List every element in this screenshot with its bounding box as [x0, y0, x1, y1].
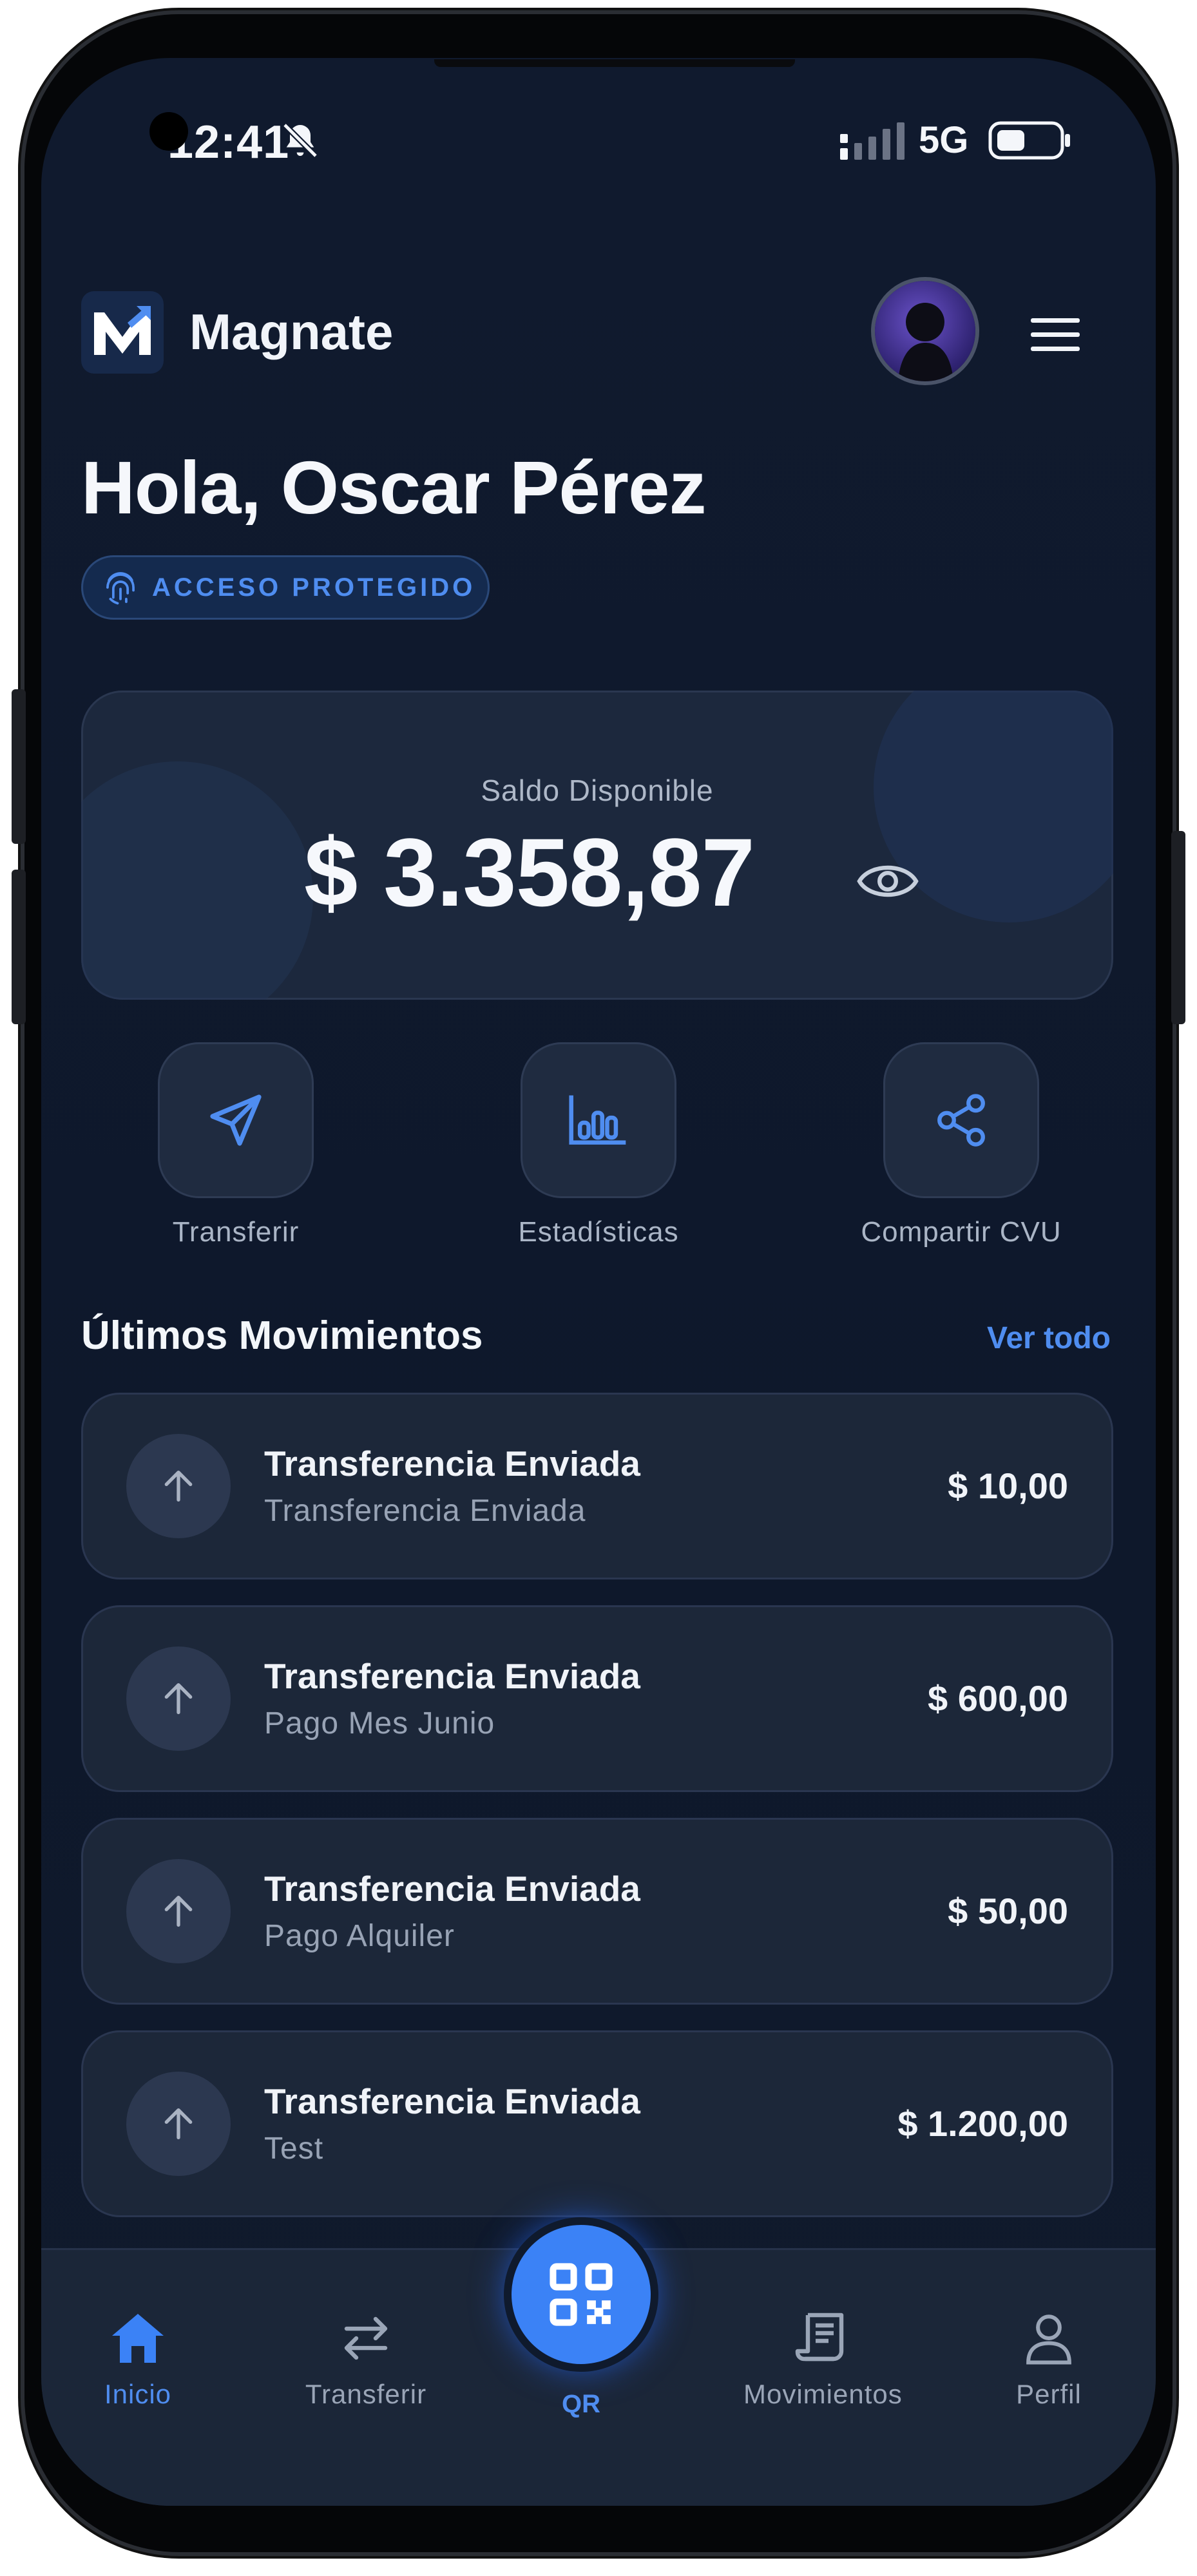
send-icon [210, 1094, 262, 1146]
speaker-notch [434, 59, 795, 67]
avatar[interactable] [875, 281, 975, 381]
see-all-link[interactable]: Ver todo [987, 1321, 1111, 1356]
arrow-up-icon [126, 1859, 231, 1963]
balance-amount: $ 3.358,87 [304, 818, 755, 926]
nav-label: Transferir [305, 2379, 427, 2409]
balance-label: Saldo Disponible [481, 774, 714, 807]
movement-amount: $ 50,00 [948, 1891, 1068, 1931]
swap-icon [344, 2316, 388, 2360]
quick-action-label: Estadísticas [518, 1216, 679, 1248]
nav-label: QR [562, 2390, 600, 2418]
stats-button[interactable] [521, 1042, 676, 1198]
share-cvu-button[interactable] [883, 1042, 1039, 1198]
profile-silhouette-icon [898, 303, 953, 381]
security-badge-label: ACCESO PROTEGIDO [152, 573, 476, 602]
network-label: 5G [919, 119, 969, 161]
movement-amount: $ 10,00 [948, 1465, 1068, 1506]
eye-icon[interactable] [857, 861, 919, 902]
movement-title: Transferencia Enviada [264, 1869, 640, 1909]
bell-muted-icon [282, 122, 318, 158]
arrow-up-icon [126, 1434, 231, 1538]
nav-home[interactable]: Inicio [61, 2303, 215, 2410]
quick-action-transfer[interactable]: Transferir [126, 1042, 345, 1248]
volume-down-button [12, 870, 26, 1024]
movement-subtitle: Transferencia Enviada [264, 1494, 586, 1528]
transfer-button[interactable] [158, 1042, 314, 1198]
quick-action-share-cvu[interactable]: Compartir CVU [852, 1042, 1071, 1248]
movement-title: Transferencia Enviada [264, 1656, 640, 1696]
movements-title: Últimos Movimientos [81, 1313, 483, 1358]
movement-item[interactable]: Transferencia Enviada Transferencia Envi… [81, 1393, 1113, 1579]
movement-subtitle: Test [264, 2132, 324, 2166]
logo-icon [94, 306, 151, 355]
nav-label: Inicio [104, 2379, 172, 2409]
power-button [1171, 831, 1185, 1024]
movement-subtitle: Pago Alquiler [264, 1919, 455, 1953]
app-name: Magnate [189, 303, 394, 360]
arrow-up-icon [126, 1646, 231, 1751]
user-icon [1026, 2314, 1071, 2365]
movement-amount: $ 600,00 [928, 1678, 1068, 1719]
nav-label: Movimientos [743, 2379, 903, 2409]
hamburger-menu-icon[interactable] [1031, 317, 1080, 353]
signal-icon [840, 122, 905, 160]
movement-amount: $ 1.200,00 [897, 2103, 1068, 2144]
qr-button[interactable] [512, 2225, 651, 2364]
volume-up-button [12, 689, 26, 844]
movement-title: Transferencia Enviada [264, 1444, 640, 1484]
app-screen: 12:41 5G Magnate Hola, Oscar Pérez ACCES… [41, 58, 1156, 2506]
nav-label: Perfil [1016, 2379, 1082, 2409]
app-logo [81, 291, 164, 374]
movement-item[interactable]: Transferencia Enviada Pago Alquiler $ 50… [81, 1818, 1113, 2005]
balance-card: Saldo Disponible $ 3.358,87 [81, 691, 1113, 1000]
battery-icon [988, 121, 1070, 160]
receipt-icon [795, 2313, 844, 2361]
quick-action-stats[interactable]: Estadísticas [489, 1042, 708, 1248]
nav-movements[interactable]: Movimientos [743, 2303, 903, 2410]
quick-action-label: Transferir [172, 1216, 300, 1248]
nav-profile[interactable]: Perfil [972, 2303, 1126, 2410]
bar-chart-icon [569, 1095, 626, 1145]
nav-transfer[interactable]: Transferir [289, 2303, 443, 2410]
home-icon [112, 2314, 164, 2363]
fingerprint-icon [106, 572, 135, 605]
share-icon [937, 1094, 985, 1147]
movement-title: Transferencia Enviada [264, 2081, 640, 2121]
movement-item[interactable]: Transferencia Enviada Pago Mes Junio $ 6… [81, 1605, 1113, 1792]
movement-item[interactable]: Transferencia Enviada Test $ 1.200,00 [81, 2030, 1113, 2217]
greeting-title: Hola, Oscar Pérez [81, 446, 707, 530]
security-badge: ACCESO PROTEGIDO [81, 555, 490, 620]
front-camera [149, 112, 188, 151]
quick-action-label: Compartir CVU [861, 1216, 1062, 1248]
arrow-up-icon [126, 2072, 231, 2176]
movement-subtitle: Pago Mes Junio [264, 1706, 495, 1741]
qr-icon [550, 2263, 613, 2326]
